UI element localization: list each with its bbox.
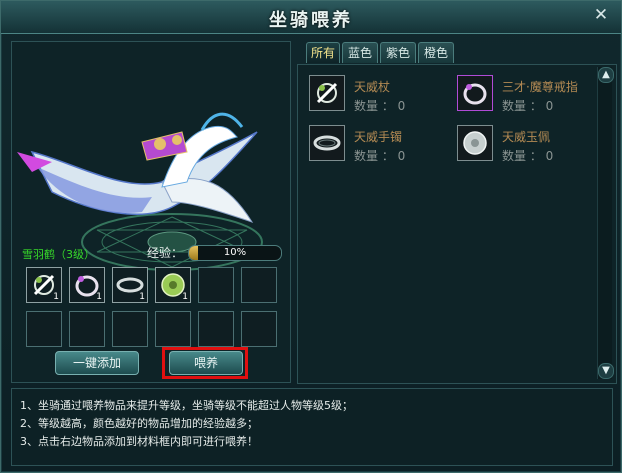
- tab-all[interactable]: 所有: [306, 42, 340, 63]
- item-qty: 数量 ： 0: [502, 149, 554, 163]
- tip-line-1: 1、坐骑通过喂养物品来提升等级，坐骑等级不能超过人物等级5级；: [20, 399, 353, 412]
- tip-line-3: 3、点击右边物品添加到材料框内即可进行喂养！: [20, 435, 258, 448]
- mount-feeding-window: 坐骑喂养 ✕ 雪羽鹤（3级） 经验： 10% 1 1 1 1 一键添加 喂养 所…: [0, 0, 622, 473]
- slot-count: 1: [139, 292, 145, 302]
- material-slot[interactable]: 1: [112, 267, 148, 303]
- material-slot[interactable]: 1: [26, 267, 62, 303]
- tab-purple[interactable]: 紫色: [380, 42, 416, 63]
- tab-blue[interactable]: 蓝色: [342, 42, 378, 63]
- magic-circle-icon: [81, 213, 263, 271]
- item-list-scrollbar[interactable]: ▲ ▼: [597, 67, 614, 379]
- staff-icon: [309, 75, 345, 111]
- material-slot[interactable]: [26, 311, 62, 347]
- close-icon[interactable]: ✕: [591, 5, 611, 25]
- tab-orange[interactable]: 橙色: [418, 42, 454, 63]
- ring-icon: [457, 75, 493, 111]
- title-bar[interactable]: 坐骑喂养 ✕: [1, 1, 621, 34]
- exp-label: 经验：: [147, 246, 184, 260]
- exp-bar: 10%: [188, 245, 282, 261]
- material-slot[interactable]: [112, 311, 148, 347]
- material-slot[interactable]: [241, 267, 277, 303]
- item-tianwei-jade[interactable]: 天威玉佩 数量 ： 0: [457, 125, 592, 165]
- mount-name: 雪羽鹤（3级）: [22, 248, 95, 261]
- material-slot[interactable]: 1: [69, 267, 105, 303]
- item-tianwei-bracelet[interactable]: 天威手镯 数量 ： 0: [309, 125, 439, 165]
- item-sancai-ring[interactable]: 三才·魔尊戒指 数量 ： 0: [457, 75, 592, 115]
- material-slot[interactable]: [69, 311, 105, 347]
- material-slot[interactable]: [241, 311, 277, 347]
- item-name: 天威杖: [354, 80, 391, 94]
- jade-pendant-icon: [457, 125, 493, 161]
- material-slot[interactable]: 1: [155, 267, 191, 303]
- item-name: 三才·魔尊戒指: [502, 80, 578, 94]
- tip-line-2: 2、等级越高，颜色越好的物品增加的经验越多；: [20, 417, 258, 430]
- exp-percent: 10%: [223, 247, 247, 258]
- item-qty: 数量 ： 0: [354, 99, 406, 113]
- scroll-down-icon[interactable]: ▼: [598, 363, 614, 379]
- item-qty: 数量 ： 0: [354, 149, 406, 163]
- slot-count: 1: [53, 292, 59, 302]
- material-slot[interactable]: [198, 311, 234, 347]
- item-name: 天威玉佩: [502, 130, 551, 144]
- add-all-button[interactable]: 一键添加: [55, 351, 139, 375]
- material-slot[interactable]: [155, 311, 191, 347]
- slot-count: 1: [96, 292, 102, 302]
- slot-count: 1: [182, 292, 188, 302]
- item-name: 天威手镯: [354, 130, 403, 144]
- bracelet-icon: [309, 125, 345, 161]
- mount-crane-image: [17, 112, 263, 271]
- window-title: 坐骑喂养: [269, 10, 353, 31]
- feed-button-highlight: [162, 347, 248, 379]
- item-qty: 数量 ： 0: [502, 99, 554, 113]
- item-tianwei-staff[interactable]: 天威杖 数量 ： 0: [309, 75, 439, 115]
- tips-panel: 1、坐骑通过喂养物品来提升等级，坐骑等级不能超过人物等级5级； 2、等级越高，颜…: [11, 388, 613, 466]
- scroll-up-icon[interactable]: ▲: [598, 67, 614, 83]
- material-slot[interactable]: [198, 267, 234, 303]
